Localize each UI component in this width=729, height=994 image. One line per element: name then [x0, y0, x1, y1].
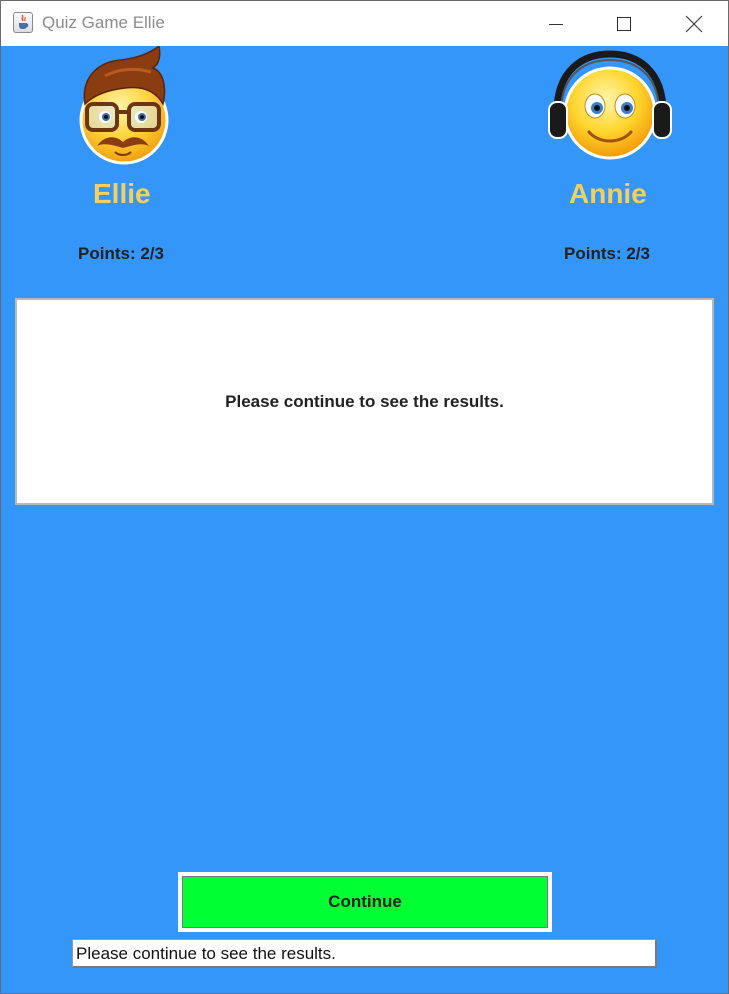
player-two-points: Points: 2/3 [564, 244, 650, 263]
minimize-button[interactable] [533, 1, 579, 46]
continue-button-label: Continue [182, 876, 548, 928]
player-one-points: Points: 2/3 [78, 244, 164, 263]
java-coffee-cup-icon [13, 12, 33, 33]
headphones-emoji-icon [548, 50, 672, 160]
minimize-icon [549, 23, 563, 25]
title-bar[interactable]: Quiz Game Ellie [1, 1, 728, 46]
player-one-name: Ellie [93, 178, 151, 209]
close-button[interactable] [671, 1, 717, 46]
close-icon [685, 15, 703, 32]
game-panel: Ellie Points: 2/3 Annie Points: 2/3 Plea… [1, 46, 728, 993]
continue-button[interactable]: Continue [178, 872, 552, 932]
question-text: Please continue to see the results. [225, 391, 504, 411]
player-two-name: Annie [569, 178, 647, 209]
status-field[interactable]: Please continue to see the results. [72, 939, 657, 968]
hipster-emoji-icon [79, 46, 169, 165]
maximize-button[interactable] [601, 1, 647, 46]
question-panel: Please continue to see the results. [15, 298, 714, 505]
maximize-icon [617, 16, 631, 31]
app-window: Quiz Game Ellie Ellie Points: 2/3 Annie … [0, 0, 729, 994]
window-title: Quiz Game Ellie [42, 13, 165, 32]
